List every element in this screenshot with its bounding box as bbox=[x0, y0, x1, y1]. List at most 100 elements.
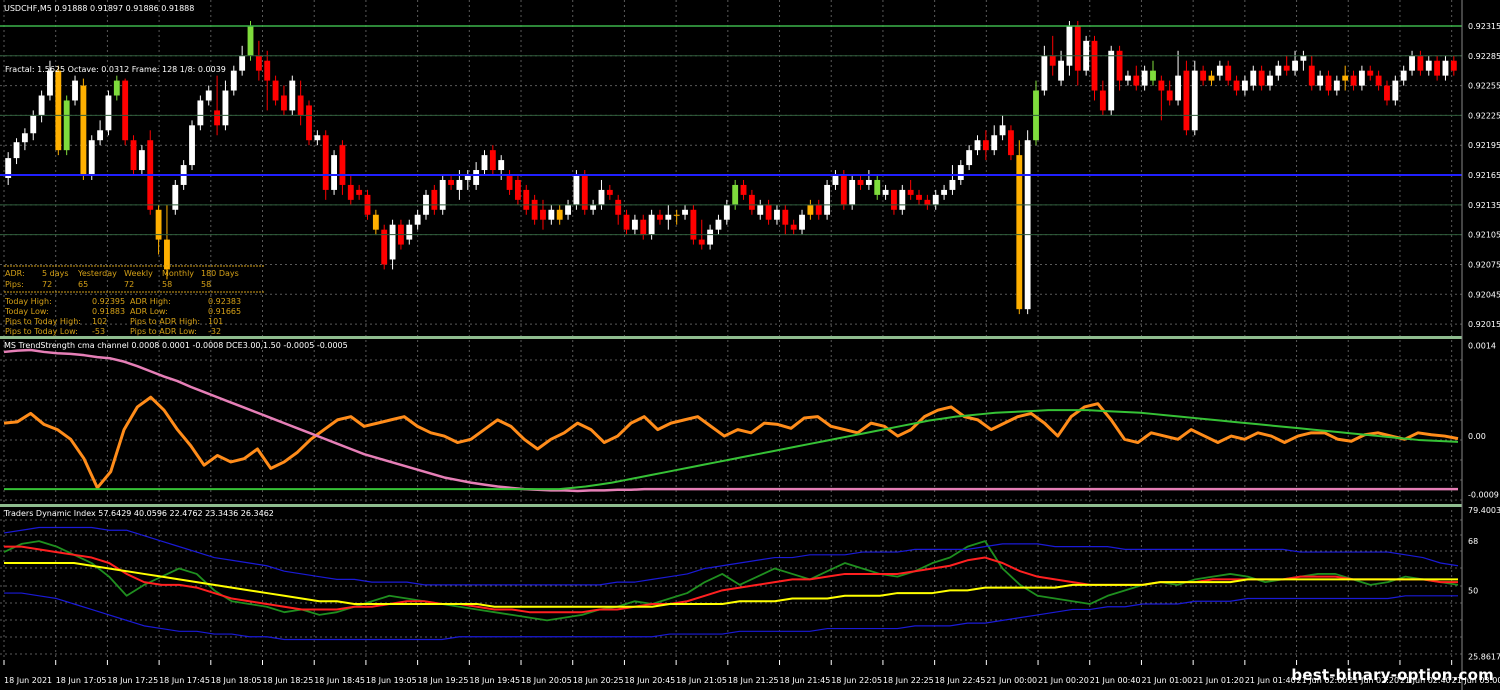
panel-separator[interactable] bbox=[0, 336, 1462, 339]
candle-body bbox=[331, 155, 337, 190]
candle-body bbox=[1241, 80, 1248, 91]
pips-adr-low-value: -32 bbox=[208, 327, 221, 336]
x-tick-label: 18 Jun 19:25 bbox=[418, 676, 469, 685]
y-tick-label: 0.92225 bbox=[1468, 111, 1500, 120]
candle-body bbox=[55, 70, 62, 151]
candle-body bbox=[306, 105, 312, 141]
candle-body bbox=[1091, 40, 1098, 91]
candle-body bbox=[406, 224, 413, 240]
candle-body bbox=[991, 135, 998, 151]
candle-body bbox=[130, 140, 137, 171]
candle-body bbox=[548, 209, 555, 220]
x-tick-label: 21 Jun 00:40 bbox=[1090, 676, 1141, 685]
candle-body bbox=[72, 80, 78, 101]
fractal-label: Fractal: 1.5625 Octave: 0.0312 Frame: 12… bbox=[5, 65, 226, 74]
candle-body bbox=[122, 80, 129, 141]
pips-adr-high-label: Pips to ADR High: bbox=[130, 317, 200, 326]
candle-body bbox=[264, 60, 271, 81]
adr-low-label: ADR Low: bbox=[130, 307, 168, 316]
candle-body bbox=[389, 224, 396, 260]
candle-body bbox=[1384, 85, 1390, 101]
candle-body bbox=[598, 189, 605, 205]
candle-body bbox=[1099, 90, 1106, 111]
pips-label: Pips: bbox=[5, 280, 24, 289]
candle-body bbox=[757, 204, 764, 215]
candle-body bbox=[615, 199, 622, 215]
x-tick-label: 18 Jun 17:05 bbox=[56, 676, 107, 685]
candle-body bbox=[1425, 60, 1432, 71]
y-tick-label: 50 bbox=[1468, 586, 1478, 595]
x-tick-label: 18 Jun 18:45 bbox=[314, 676, 365, 685]
today-high-label: Today High: bbox=[4, 297, 52, 306]
candle-body bbox=[30, 115, 37, 134]
tdi-title: Traders Dynamic Index 57.6429 40.0596 22… bbox=[3, 509, 274, 518]
candle-body bbox=[1300, 55, 1307, 61]
x-tick-label: 18 Jun 2021 bbox=[4, 676, 52, 685]
x-tick-label: 18 Jun 21:25 bbox=[728, 676, 779, 685]
y-tick-label: 0.92285 bbox=[1468, 52, 1500, 61]
candle-body bbox=[1250, 70, 1257, 86]
candle-body bbox=[715, 219, 722, 230]
x-tick-label: 21 Jun 00:00 bbox=[986, 676, 1037, 685]
adr-low-value: 0.91665 bbox=[208, 307, 241, 316]
y-tick-label: 68 bbox=[1468, 537, 1478, 546]
candle-body bbox=[732, 184, 739, 205]
candle-body bbox=[1400, 70, 1407, 81]
x-tick-label: 18 Jun 20:45 bbox=[624, 676, 675, 685]
candle-body bbox=[723, 204, 730, 220]
panel-separator[interactable] bbox=[0, 504, 1462, 507]
candle-body bbox=[205, 90, 212, 101]
y-tick-label: 0.92075 bbox=[1468, 260, 1500, 269]
candle-body bbox=[907, 189, 914, 195]
candle-body bbox=[506, 175, 513, 190]
candle-body bbox=[230, 70, 237, 91]
x-tick-label: 18 Jun 21:45 bbox=[780, 676, 831, 685]
candle-body bbox=[214, 110, 221, 126]
candle-body bbox=[189, 125, 195, 166]
adr-header-180days: 180 Days bbox=[201, 269, 239, 278]
candle-body bbox=[874, 179, 881, 195]
adr-header-monthly: Monthly bbox=[162, 269, 194, 278]
candle-body bbox=[339, 145, 346, 185]
candle-body bbox=[941, 189, 948, 195]
candle-body bbox=[540, 209, 546, 220]
candle-body bbox=[1275, 65, 1282, 76]
candle-body bbox=[1150, 70, 1156, 81]
pips-today-high-value: 102 bbox=[92, 317, 107, 326]
candle-body bbox=[957, 165, 964, 180]
today-low-value: 0.91883 bbox=[92, 307, 125, 316]
candle-body bbox=[899, 189, 906, 210]
candle-body bbox=[1108, 50, 1115, 111]
x-tick-label: 18 Jun 20:05 bbox=[521, 676, 572, 685]
candle-body bbox=[982, 140, 989, 151]
y-tick-label: 0.92045 bbox=[1468, 290, 1500, 299]
y-tick-label: 0.92315 bbox=[1468, 22, 1500, 31]
pips-weekly: 72 bbox=[124, 280, 134, 289]
x-tick-label: 18 Jun 19:05 bbox=[366, 676, 417, 685]
candle-body bbox=[414, 214, 421, 225]
candle-body bbox=[1008, 130, 1014, 156]
candle-body bbox=[281, 95, 287, 111]
adr-high-label: ADR High: bbox=[130, 297, 171, 306]
candle-body bbox=[1317, 75, 1324, 86]
candle-body bbox=[172, 184, 179, 210]
candle-body bbox=[1125, 75, 1131, 81]
candle-body bbox=[824, 184, 831, 215]
candle-body bbox=[297, 95, 304, 116]
candle-body bbox=[1283, 65, 1290, 71]
pips-adr-low-label: Pips to ADR Low: bbox=[130, 327, 197, 336]
candle-body bbox=[1350, 75, 1357, 86]
pips-today-high-label: Pips to Today High: bbox=[5, 317, 81, 326]
candle-body bbox=[815, 204, 822, 215]
x-tick-label: 18 Jun 20:25 bbox=[573, 676, 624, 685]
x-tick-label: 18 Jun 22:25 bbox=[883, 676, 934, 685]
x-tick-label: 18 Jun 17:25 bbox=[107, 676, 158, 685]
candle-body bbox=[849, 179, 856, 205]
candle-body bbox=[1074, 25, 1081, 71]
candle-body bbox=[631, 219, 638, 230]
adr-header-5days: 5 days bbox=[42, 269, 69, 278]
adr-header-label: ADR: bbox=[5, 269, 25, 278]
candle-body bbox=[949, 179, 956, 190]
trendstrength-title: MS TrendStrength cma channel 0.0008 0.00… bbox=[4, 341, 348, 350]
candle-body bbox=[489, 150, 496, 171]
